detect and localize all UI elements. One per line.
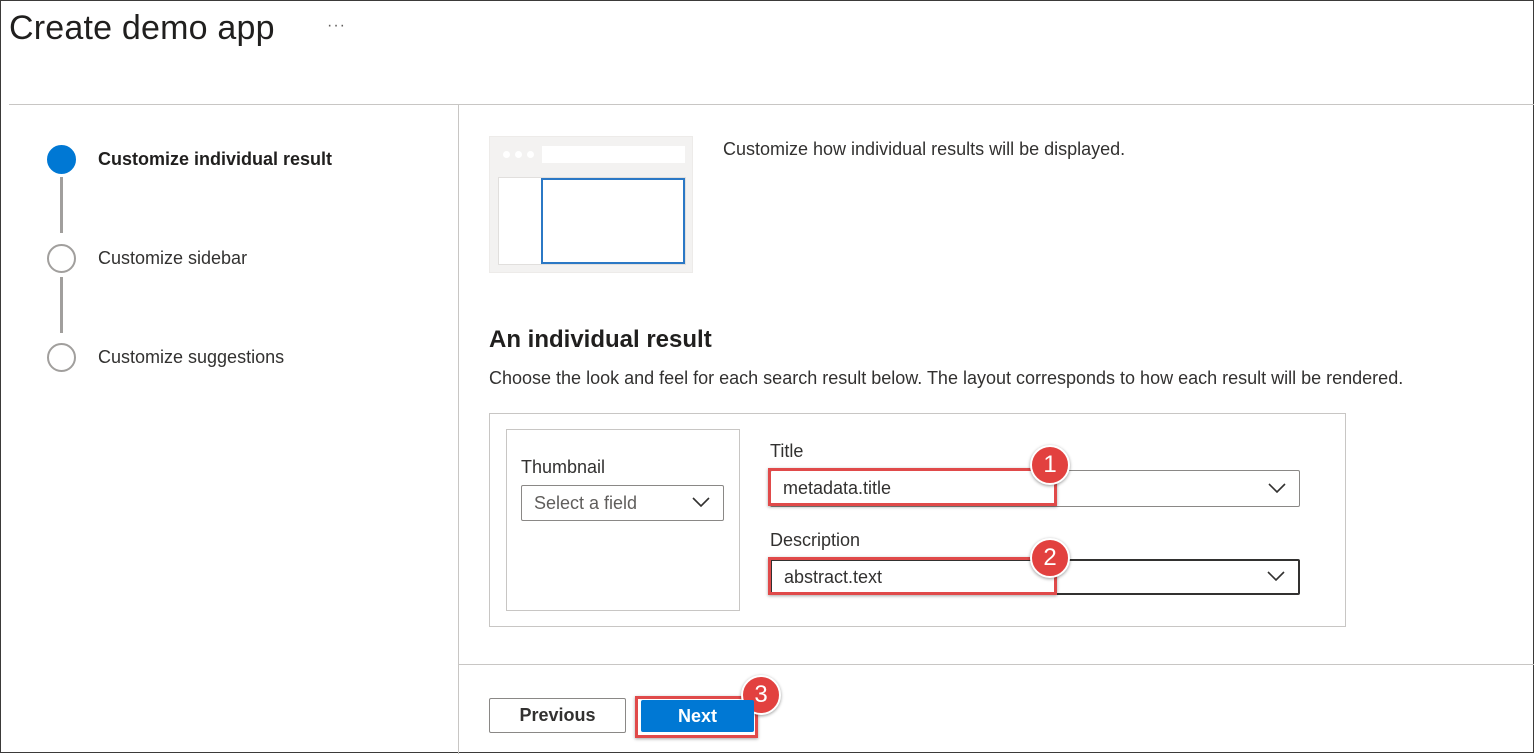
callout-badge: 2 [1030, 538, 1070, 578]
step-customize-sidebar[interactable]: Customize sidebar [47, 244, 247, 273]
step-label: Customize individual result [98, 149, 333, 169]
thumbnail-dropdown-placeholder: Select a field [534, 492, 638, 513]
step-connector [60, 277, 63, 333]
window-dot-icon [515, 151, 522, 158]
thumbnail-label: Thumbnail [521, 457, 606, 477]
section-description: Choose the look and feel for each search… [489, 368, 1404, 388]
header-divider [9, 104, 1534, 105]
description-dropdown-value: abstract.text [784, 566, 883, 587]
intro-text: Customize how individual results will be… [723, 139, 1126, 159]
thumbnail-dropdown[interactable]: Select a field [521, 485, 724, 521]
layout-preview-illustration [489, 136, 693, 273]
window-dot-icon [527, 151, 534, 158]
title-label: Title [770, 441, 804, 461]
step-label: Customize suggestions [98, 347, 285, 367]
chevron-down-icon [1267, 571, 1285, 581]
step-connector [60, 177, 63, 233]
step-label: Customize sidebar [98, 248, 248, 268]
step-pending-icon [47, 244, 76, 273]
preview-address-bar [542, 146, 685, 163]
step-customize-individual-result[interactable]: Customize individual result [47, 145, 332, 174]
description-label: Description [770, 530, 861, 550]
page-title: Create demo app [9, 9, 275, 47]
sidebar-divider [458, 104, 459, 754]
next-button[interactable]: Next [641, 700, 754, 732]
step-active-icon [47, 145, 76, 174]
step-pending-icon [47, 343, 76, 372]
app-frame: Create demo app ··· Customize individual… [0, 0, 1534, 754]
footer-divider [458, 664, 1534, 665]
window-dot-icon [503, 151, 510, 158]
section-title: An individual result [489, 326, 712, 353]
preview-highlighted-panel [541, 178, 685, 264]
callout-badge: 1 [1030, 445, 1070, 485]
chevron-down-icon [1268, 482, 1286, 493]
more-options-icon[interactable]: ··· [327, 17, 346, 35]
step-customize-suggestions[interactable]: Customize suggestions [47, 343, 284, 372]
previous-button[interactable]: Previous [489, 698, 626, 733]
chevron-down-icon [692, 497, 710, 507]
title-dropdown-value: metadata.title [783, 478, 892, 498]
